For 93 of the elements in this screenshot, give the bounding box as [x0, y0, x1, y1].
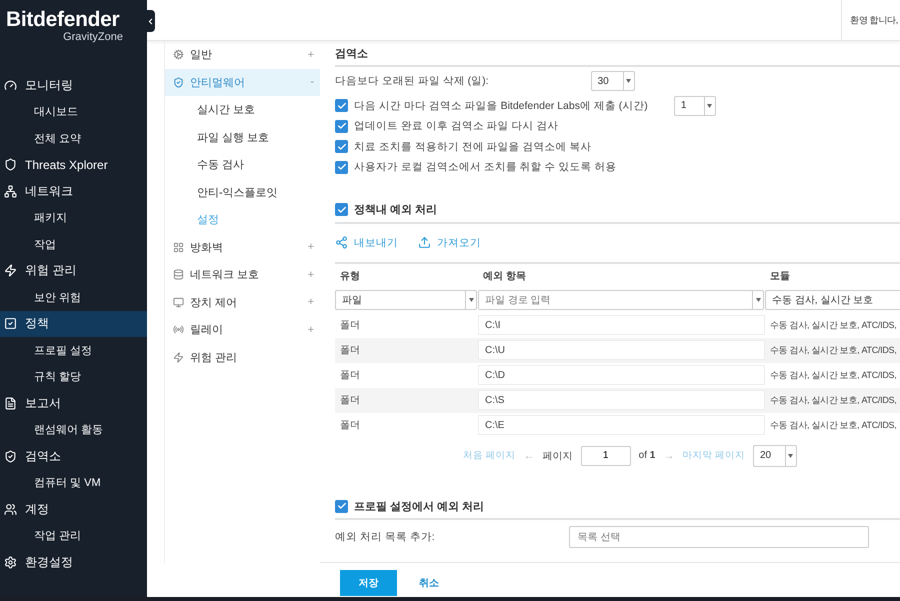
column-header[interactable]: 모듈 — [765, 264, 900, 288]
policy-menu-item[interactable]: 릴레이 + — [165, 316, 320, 344]
caret-icon — [626, 79, 632, 84]
policy-menu-item[interactable]: 방화벽 + — [165, 234, 320, 261]
checkbox-icon — [4, 317, 17, 330]
column-header[interactable]: 예외 항목 — [478, 264, 765, 288]
lightning-icon — [4, 264, 17, 278]
column-header[interactable]: 유형 — [335, 264, 478, 288]
page-count: of 1 — [638, 450, 656, 462]
page-label: 페이지 — [542, 450, 573, 463]
shield-icon — [4, 450, 17, 463]
settings-icon — [4, 556, 17, 569]
path-field[interactable]: C:\D — [478, 365, 765, 386]
option-label: 다음 시간 마다 검역소 파일을 Bitdefender Labs에 제출 (시간) — [354, 98, 648, 113]
nav-subitem[interactable]: 작업 — [0, 231, 147, 258]
welcome-text: 환영 합니다, — [841, 0, 900, 40]
shield-icon — [173, 76, 184, 88]
nav-subitem[interactable]: 패키지 — [0, 204, 147, 231]
checkbox[interactable] — [335, 500, 348, 513]
lightning-icon — [173, 352, 184, 363]
caret-icon — [788, 454, 794, 458]
policy-submenu-item[interactable]: 안티-익스플로잇 — [165, 178, 320, 206]
shield-icon — [4, 158, 17, 172]
path-field[interactable]: C:\S — [478, 390, 765, 410]
module-filter[interactable]: 수동 검사, 실시간 보호 — [765, 290, 900, 310]
page-field[interactable]: 1 — [580, 446, 631, 466]
policy-submenu-item[interactable]: 파일 실행 보호 — [165, 124, 320, 151]
list-select-field[interactable]: 목록 선택 — [568, 526, 869, 548]
policy-submenu-item[interactable]: 수동 검사 — [165, 151, 320, 178]
nav-subitem[interactable]: 작업 관리 — [0, 522, 147, 549]
gauge-icon — [4, 78, 17, 92]
policy-menu-item[interactable]: 일반 + — [165, 41, 320, 68]
nav-subitem[interactable]: 전체 요약 — [0, 125, 147, 152]
section-title: 검역소 — [335, 46, 368, 61]
checkbox[interactable] — [335, 120, 348, 133]
table-cell: 폴더 — [335, 338, 478, 363]
nav-item[interactable]: 계정 — [0, 496, 147, 522]
database-icon — [173, 269, 184, 280]
field-label: 다음보다 오래된 파일 삭제 (일): — [335, 74, 489, 88]
table-cell: 수동 검사, 실시간 보호, ATC/IDS, — [765, 338, 900, 363]
section-title: 프로필 설정에서 예외 처리 — [354, 500, 484, 514]
nav-item[interactable]: 보고서 — [0, 390, 147, 416]
policy-menu-item[interactable]: 네트워크 보호 + — [165, 261, 320, 288]
page-size-select[interactable]: 20 — [752, 444, 797, 467]
nav-item[interactable]: 네트워크 — [0, 178, 147, 204]
report-icon — [4, 396, 17, 410]
option-label: 치료 조치를 적용하기 전에 파일을 검역소에 복사 — [354, 140, 592, 154]
settings-icon — [173, 49, 184, 60]
path-field[interactable]: C:\U — [478, 340, 765, 360]
checkbox[interactable] — [335, 203, 348, 216]
checkbox[interactable] — [335, 160, 348, 174]
nav-subitem[interactable]: 규칙 할당 — [0, 364, 147, 390]
caret-icon — [707, 104, 712, 108]
nav-item[interactable]: 모니터링 — [0, 72, 147, 98]
days-select[interactable]: 30 — [590, 71, 635, 92]
nav-item[interactable]: 위험 관리 — [0, 258, 147, 284]
collapse-button[interactable] — [145, 10, 155, 32]
type-filter[interactable]: 파일 — [335, 290, 477, 310]
table-cell: 폴더 — [335, 388, 478, 413]
cancel-link[interactable]: 취소 — [419, 576, 439, 590]
signal-icon — [173, 324, 184, 336]
upload-icon — [418, 236, 431, 250]
policy-menu-item[interactable]: 장치 제어 + — [165, 288, 320, 316]
users-icon — [4, 502, 17, 516]
path-field[interactable]: C:\I — [478, 315, 765, 336]
policy-submenu-item[interactable]: 실시간 보호 — [165, 96, 320, 124]
option-label: 업데이트 완료 이후 검역소 파일 다시 검사 — [354, 119, 559, 134]
nav-item[interactable]: Threats Xplorer — [0, 152, 147, 178]
field-label: 예외 처리 목록 추가: — [335, 530, 435, 544]
logo-subtitle: GravityZone — [63, 31, 123, 43]
section-title: 정책내 예외 처리 — [354, 203, 438, 218]
checkbox[interactable] — [335, 140, 348, 154]
policy-menu-item[interactable]: 위험 관리 — [165, 344, 320, 371]
nav-subitem[interactable]: 보안 위험 — [0, 284, 147, 310]
option-label: 사용자가 로컬 검역소에서 조치를 취할 수 있도록 허용 — [354, 160, 616, 174]
export-icon — [335, 236, 348, 250]
caret-icon — [756, 298, 760, 302]
nav-item[interactable]: 환경설정 — [0, 549, 147, 576]
nav-subitem[interactable]: 프로필 설정 — [0, 337, 147, 364]
table-cell: 수동 검사, 실시간 보호, ATC/IDS, — [765, 388, 900, 413]
logo-text: Bitdefender — [6, 8, 120, 32]
path-field[interactable]: C:\E — [478, 415, 765, 436]
nav-subitem[interactable]: 컴퓨터 및 VM — [0, 470, 147, 496]
grid-icon — [173, 242, 184, 253]
checkbox[interactable] — [335, 99, 348, 112]
nav-item[interactable]: 검역소 — [0, 443, 147, 470]
nav-subitem[interactable]: 대시보드 — [0, 98, 147, 125]
nav-item[interactable]: 정책 — [0, 310, 147, 337]
nav-subitem[interactable]: 랜섬웨어 활동 — [0, 416, 147, 443]
hours-select[interactable]: 1 — [674, 96, 716, 116]
network-icon — [4, 184, 17, 198]
monitor-icon — [173, 296, 184, 308]
caret-icon — [468, 298, 474, 302]
